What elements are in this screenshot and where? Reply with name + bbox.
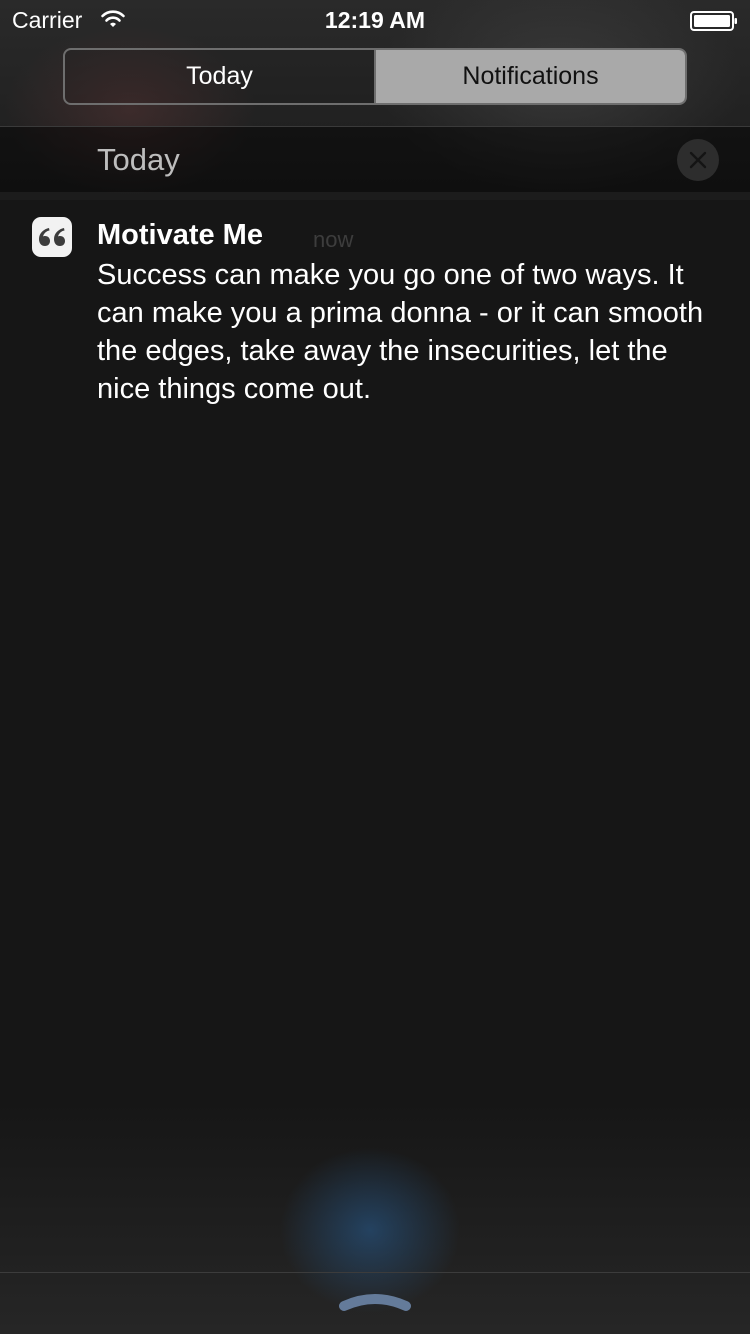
section-header: Today xyxy=(0,127,750,192)
tab-today-label: Today xyxy=(186,62,253,90)
segmented-control: Today Notifications xyxy=(63,48,687,105)
close-icon xyxy=(689,151,707,169)
notification-message: Success can make you go one of two ways.… xyxy=(97,259,704,405)
notification-item[interactable]: Motivate Me now Success can make you go … xyxy=(0,208,750,418)
section-title: Today xyxy=(97,142,180,177)
notification-time: now xyxy=(313,227,354,252)
tab-notifications-label: Notifications xyxy=(462,62,599,90)
clear-button[interactable] xyxy=(677,139,719,181)
app-name: Motivate Me xyxy=(97,219,263,251)
clock: 12:19 AM xyxy=(324,7,426,33)
app-icon xyxy=(32,217,72,257)
tab-today[interactable]: Today xyxy=(65,50,376,103)
battery-icon xyxy=(690,11,737,31)
chevron-up-grabber-icon[interactable] xyxy=(336,1286,414,1316)
quote-icon xyxy=(39,228,65,246)
divider xyxy=(0,1272,750,1273)
status-bar: Carrier 12:19 AM xyxy=(0,0,750,40)
tab-notifications[interactable]: Notifications xyxy=(376,50,685,103)
